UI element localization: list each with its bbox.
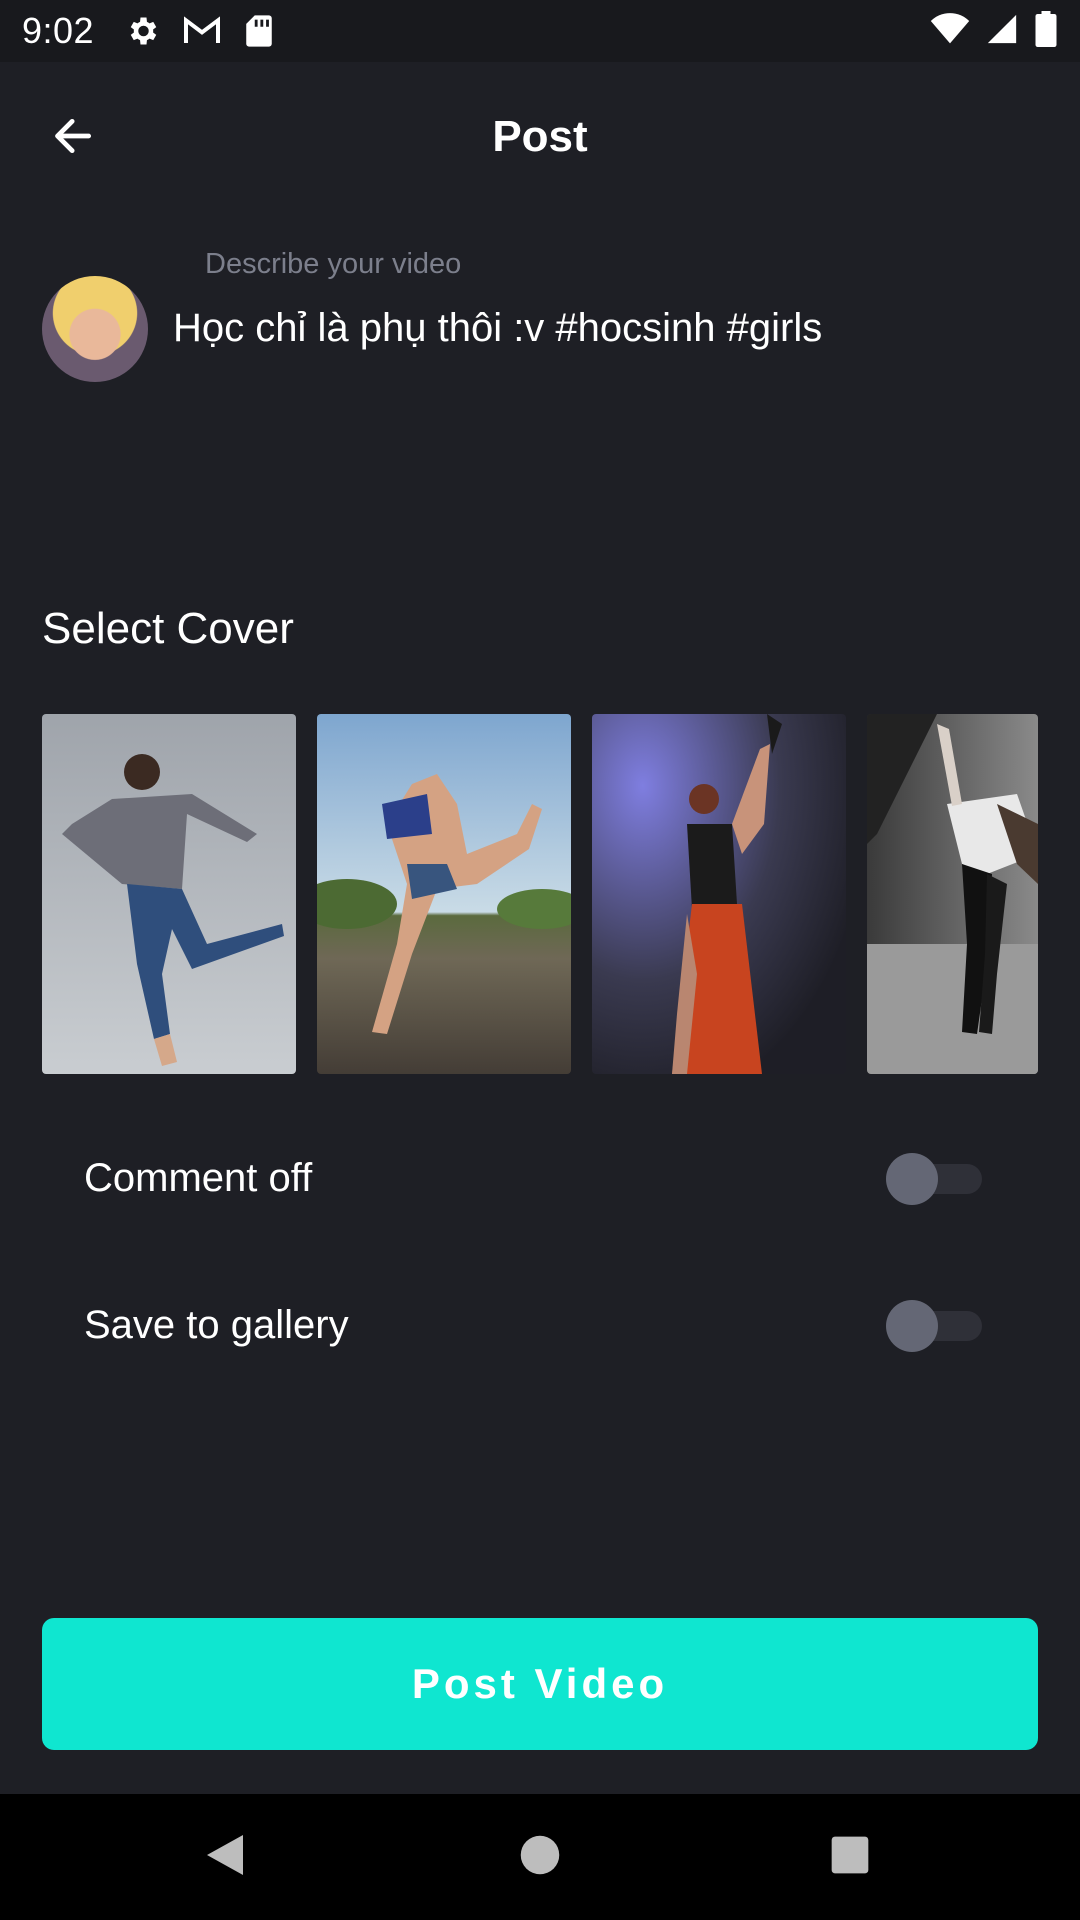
save-gallery-switch[interactable] xyxy=(886,1297,984,1353)
status-time: 9:02 xyxy=(22,10,95,51)
back-triangle-icon xyxy=(203,1831,247,1884)
home-circle-icon xyxy=(519,1834,561,1881)
wifi-icon xyxy=(930,12,970,50)
recents-square-icon xyxy=(830,1835,870,1880)
description-hint: Describe your video xyxy=(205,248,462,280)
gmail-icon xyxy=(182,15,222,47)
nav-home-button[interactable] xyxy=(505,1824,575,1890)
post-video-button[interactable]: Post Video xyxy=(42,1618,1038,1750)
cover-thumbnail-3[interactable] xyxy=(592,714,846,1074)
comment-off-row: Comment off xyxy=(84,1138,984,1218)
switch-thumb xyxy=(886,1300,938,1352)
gear-icon xyxy=(124,13,160,49)
select-cover-title: Select Cover xyxy=(42,604,294,653)
save-gallery-row: Save to gallery xyxy=(84,1285,984,1365)
switch-thumb xyxy=(886,1153,938,1205)
signal-icon xyxy=(984,12,1020,51)
status-bar: 9:02 xyxy=(0,0,1080,62)
nav-recents-button[interactable] xyxy=(815,1824,885,1890)
cover-thumbnail-1[interactable] xyxy=(42,714,296,1074)
cover-thumbnail-2[interactable] xyxy=(317,714,571,1074)
avatar xyxy=(42,276,148,382)
page-title: Post xyxy=(492,112,588,161)
description-input[interactable] xyxy=(173,300,1033,356)
navigation-bar xyxy=(0,1794,1080,1920)
battery-icon xyxy=(1034,10,1058,52)
cover-thumbnail-4[interactable] xyxy=(867,714,1038,1074)
save-gallery-label: Save to gallery xyxy=(84,1302,349,1347)
comment-off-label: Comment off xyxy=(84,1155,313,1200)
app-bar: Post xyxy=(0,62,1080,212)
nav-back-button[interactable] xyxy=(190,1824,260,1890)
sd-card-icon xyxy=(244,14,274,48)
comment-off-switch[interactable] xyxy=(886,1150,984,1206)
cover-strip[interactable] xyxy=(42,714,1038,1074)
